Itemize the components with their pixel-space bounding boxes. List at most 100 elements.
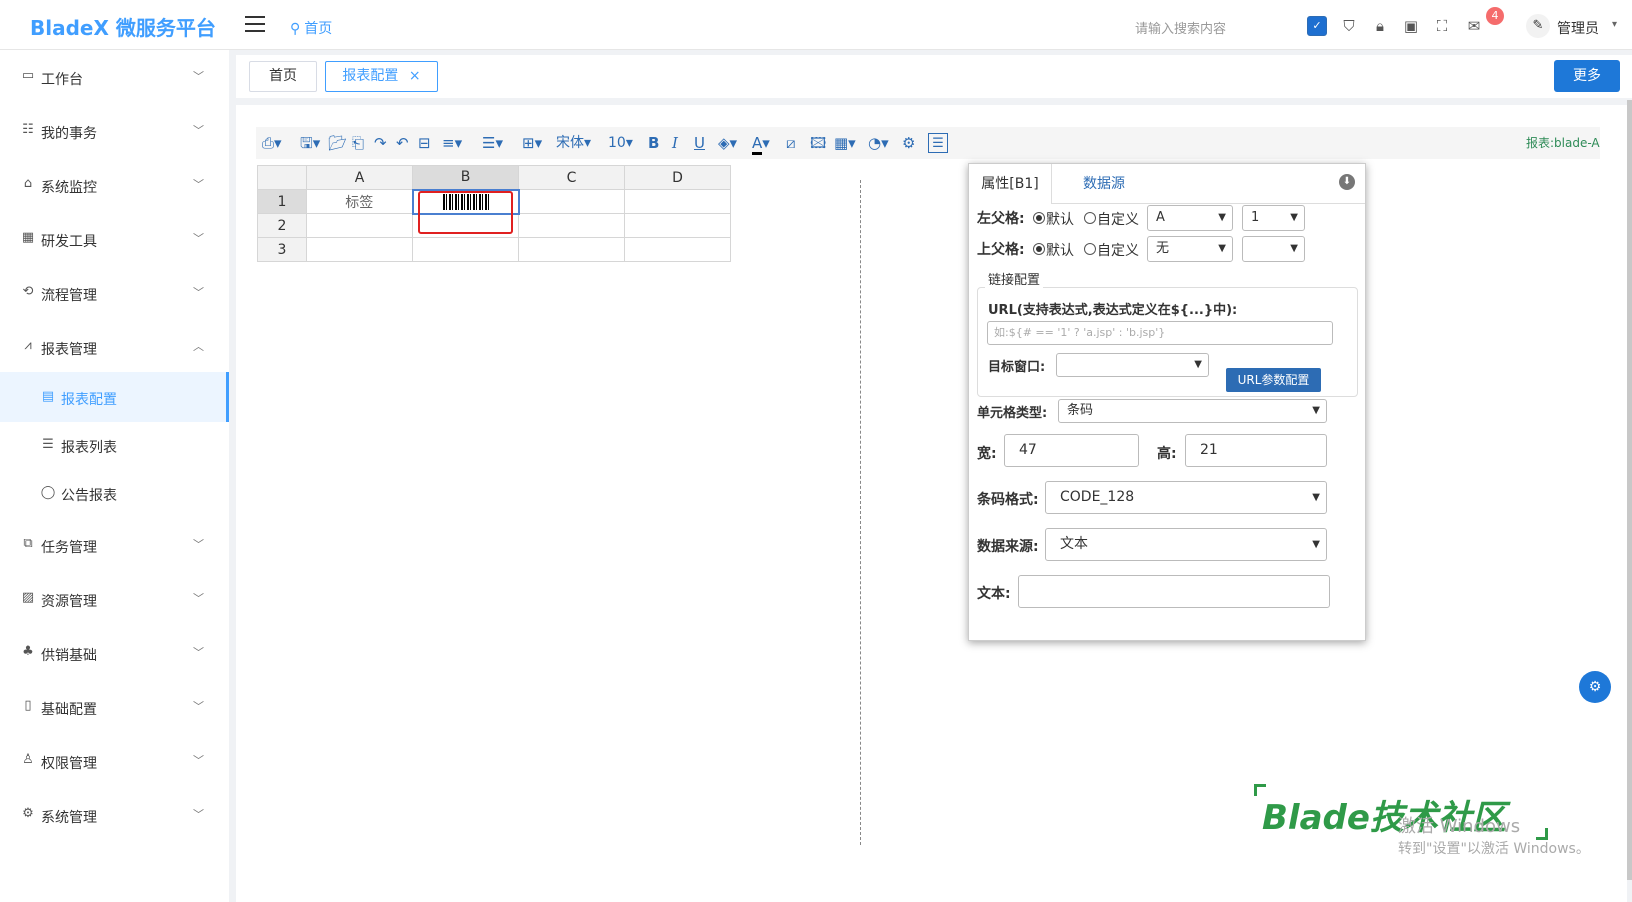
target-window-select[interactable]: ▼ [1056,353,1209,377]
menu-toggle-icon[interactable] [245,16,265,32]
fullscreen-icon[interactable]: ⛶ [1433,17,1451,35]
grid-cell-a1[interactable]: 标签 [306,189,413,214]
chart-insert-icon[interactable]: ◔▾ [868,133,889,153]
sidebar-item-system[interactable]: ⚙ 系统管理 ﹀ [0,788,229,844]
left-parent-row-select[interactable]: 1 ▼ [1242,205,1305,231]
row-header[interactable]: 1 [257,189,307,214]
image-insert-icon[interactable]: 🖾︎ [810,133,826,153]
bold-icon[interactable]: B [648,133,659,153]
sidebar-item-report[interactable]: ⩘ 报表管理 ︿ [0,320,229,376]
url-input[interactable]: 如:${# == '1' ? 'a.jsp' : 'b.jsp'} [987,321,1333,345]
property-panel-icon[interactable]: ☰ [928,133,948,153]
column-header[interactable]: A [306,165,413,190]
settings-icon[interactable]: ⚙ [902,133,915,153]
checkbox-icon[interactable]: ✓ [1307,16,1327,36]
font-color-icon[interactable]: A▾ [752,133,770,155]
tab-datasource[interactable]: 数据源 [1059,164,1149,204]
more-button[interactable]: 更多 [1554,60,1620,92]
sidebar-subitem-report-config[interactable]: ▤ 报表配置 [0,372,229,422]
search-input[interactable]: 请输入搜索内容 [1135,18,1226,37]
grid-cell-c1[interactable] [518,189,625,214]
grid-corner[interactable] [257,165,307,190]
url-params-button[interactable]: URL参数配置 [1226,368,1321,392]
grid-cell-a3[interactable] [306,237,413,262]
column-header[interactable]: C [518,165,625,190]
underline-icon[interactable]: U [694,133,705,153]
tab-divider [1052,203,1365,204]
left-parent-column-select[interactable]: A ▼ [1147,205,1233,231]
sidebar-item-resources[interactable]: ▨ 资源管理 ﹀ [0,572,229,628]
border-icon[interactable]: ⊞▾ [522,133,542,153]
save-icon[interactable]: 🖫︎▾ [300,133,320,153]
diagonal-icon[interactable]: ⧄ [786,133,796,153]
row-header[interactable]: 2 [257,213,307,238]
top-parent-row-select[interactable]: ▼ [1242,236,1305,262]
sidebar-item-workbench[interactable]: ▭ 工作台 ﹀ [0,50,229,106]
merge-icon[interactable]: ⊟ [418,133,431,153]
grid-cell-d3[interactable] [624,237,731,262]
sidebar-subitem-notice-report[interactable]: ◯ 公告报表 [0,468,229,518]
align-center-icon[interactable]: ≡▾ [442,133,462,153]
fill-color-icon[interactable]: ◈▾ [718,133,737,153]
width-label: 宽: [977,446,997,462]
user-name[interactable]: 管理员 [1557,18,1599,38]
text-input[interactable] [1018,575,1330,608]
scrollbar[interactable] [1627,100,1632,880]
sidebar-item-label: 任务管理 [41,540,97,556]
italic-icon[interactable]: I [672,133,678,153]
row-header[interactable]: 3 [257,237,307,262]
tab-properties[interactable]: 属性[B1] [969,164,1052,204]
tab-report-config[interactable]: 报表配置 × [325,61,438,92]
grid-cell-d2[interactable] [624,213,731,238]
cell-type-select[interactable]: 条码 ▼ [1058,399,1327,423]
column-header[interactable]: D [624,165,731,190]
sidebar-item-tasks[interactable]: ⧉ 任务管理 ﹀ [0,518,229,574]
grid-cell-c2[interactable] [518,213,625,238]
font-size-select[interactable]: 10▾ [608,133,633,153]
sidebar-item-flow[interactable]: ⟲ 流程管理 ﹀ [0,266,229,322]
collapse-icon[interactable]: ⬇ [1339,174,1355,190]
top-parent-custom-radio[interactable] [1084,243,1096,255]
sidebar-item-monitor[interactable]: ⌂ 系统监控 ﹀ [0,158,229,214]
settings-float-button[interactable]: ⚙ [1579,671,1611,703]
qrcode-icon[interactable]: ▦▾ [834,133,856,153]
sidebar-item-permissions[interactable]: ♙ 权限管理 ﹀ [0,734,229,790]
sidebar-item-base-config[interactable]: ▯ 基础配置 ﹀ [0,680,229,736]
notification-icon[interactable]: ✉ [1465,17,1483,35]
top-parent-default-radio[interactable] [1033,243,1045,255]
translate-icon[interactable]: ▣ [1402,17,1420,35]
undo-icon[interactable]: ↶ [396,133,409,153]
sidebar-item-affairs[interactable]: ☷ 我的事务 ﹀ [0,104,229,160]
avatar[interactable]: ✎ [1526,14,1550,38]
grid-cell-c3[interactable] [518,237,625,262]
sidebar-item-devtools[interactable]: ▦ 研发工具 ﹀ [0,212,229,268]
grid-cell-a2[interactable] [306,213,413,238]
column-header[interactable]: B [412,165,519,190]
tab-home[interactable]: 首页 [249,61,317,92]
redo-icon[interactable]: ↷ [374,133,387,153]
top-parent-column-select[interactable]: 无 ▼ [1147,236,1233,262]
open-folder-icon[interactable]: 📂︎ [328,133,347,153]
left-parent-default-radio[interactable] [1033,212,1045,224]
width-input[interactable]: 47 [1004,434,1139,467]
valign-icon[interactable]: ☰▾ [482,133,503,153]
barcode-format-select[interactable]: CODE_128 ▼ [1045,481,1327,514]
lock-icon[interactable]: 🔒︎ [1371,17,1389,35]
preview-icon[interactable]: ⎙▾ [262,133,282,153]
import-icon[interactable]: ⎗ [352,133,364,153]
grid-cell-b1[interactable] [411,188,520,234]
app-logo[interactable]: BladeX 微服务平台 [30,12,216,41]
sidebar-subitem-report-list[interactable]: ☰ 报表列表 [0,420,229,470]
sidebar-item-supply[interactable]: ♣ 供销基础 ﹀ [0,626,229,682]
shirt-icon[interactable]: ⛉ [1340,17,1358,35]
left-parent-custom-radio[interactable] [1084,212,1096,224]
chevron-down-icon[interactable]: ▾ [1612,19,1617,30]
breadcrumb-home[interactable]: ⚲ 首页 [290,18,332,38]
grid-cell-d1[interactable] [624,189,731,214]
font-select[interactable]: 宋体▾ [556,133,591,153]
close-icon[interactable]: × [409,68,421,84]
property-panel: 属性[B1] 数据源 ⬇ 左父格: 默认 自定义 A ▼ 1 ▼ 上父格: 默认 自… [968,163,1366,641]
height-input[interactable]: 21 [1185,434,1327,467]
grid-cell-b3[interactable] [412,237,519,262]
datasource-select[interactable]: 文本 ▼ [1045,528,1327,561]
